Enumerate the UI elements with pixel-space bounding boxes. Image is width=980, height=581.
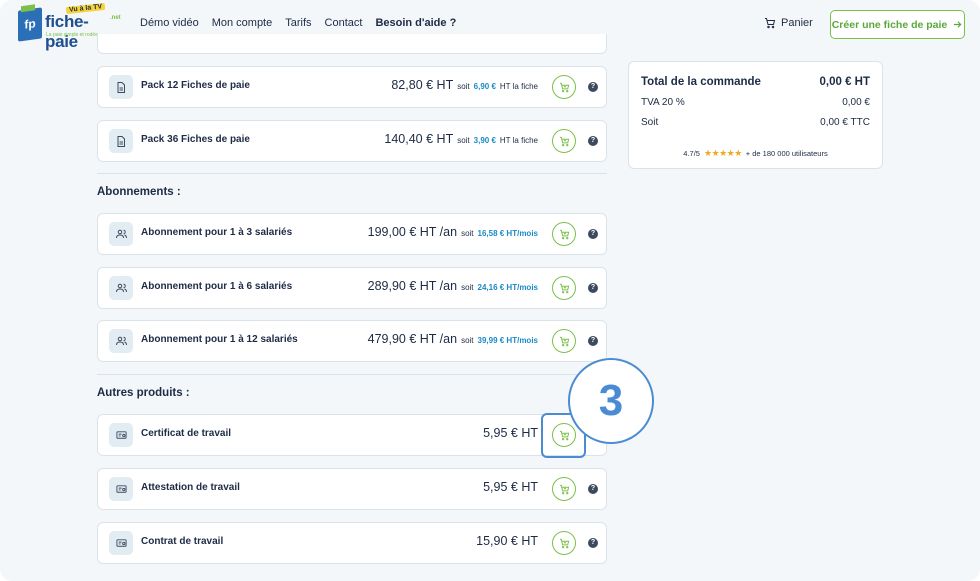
help-icon[interactable]: ? <box>588 283 598 293</box>
add-to-cart-button[interactable] <box>552 276 576 300</box>
section-title-abonnements: Abonnements : <box>97 186 181 198</box>
add-to-cart-button[interactable] <box>552 75 576 99</box>
previous-product-card <box>97 34 607 54</box>
product-price: 15,90 € HT <box>476 534 538 548</box>
product-name: Abonnement pour 1 à 6 salariés <box>141 281 293 292</box>
tva-row: TVA 20 % 0,00 € <box>641 97 870 108</box>
users-count: + de 180 000 utilisateurs <box>745 149 828 158</box>
add-to-cart-button[interactable] <box>552 222 576 246</box>
order-summary: Total de la commande 0,00 € HT TVA 20 % … <box>628 61 883 169</box>
create-payslip-label: Créer une fiche de paie <box>831 18 948 31</box>
product-name: Certificat de travail <box>141 428 232 439</box>
product-row-subscription-6: Abonnement pour 1 à 6 salariés 289,90 € … <box>97 267 607 309</box>
tva-value: 0,00 € <box>842 97 870 108</box>
product-row-attestation: Attestation de travail 5,95 € HT ? <box>97 468 607 510</box>
rating-line: 4.7/5 ★★★★★ + de 180 000 utilisateurs <box>629 148 882 159</box>
logo-suffix: .net <box>110 15 121 21</box>
product-row-contrat: Contrat de travail 15,90 € HT ? <box>97 522 607 564</box>
product-price: 199,00 € HT /an soit 16,58 € HT/mois <box>367 225 538 239</box>
page: fp fiche-paie Vu à la TV .net La paie si… <box>0 0 980 581</box>
help-icon[interactable]: ? <box>588 484 598 494</box>
add-cart-icon <box>559 336 569 346</box>
product-row-pack-12: Pack 12 Fiches de paie 82,80 € HT soit 6… <box>97 66 607 108</box>
logo-mark-icon: fp <box>18 7 42 42</box>
help-icon[interactable]: ? <box>588 136 598 146</box>
certificate-icon <box>109 477 133 501</box>
main-nav: Démo vidéo Mon compte Tarifs Contact Bes… <box>140 17 469 29</box>
add-cart-icon <box>559 283 569 293</box>
users-icon <box>109 329 133 353</box>
rating-score: 4.7/5 <box>683 149 700 158</box>
add-cart-icon <box>559 136 569 146</box>
document-icon <box>109 75 133 99</box>
cart-label: Panier <box>781 17 813 29</box>
add-to-cart-button[interactable] <box>552 329 576 353</box>
section-title-autres-produits: Autres produits : <box>97 387 190 399</box>
cart-icon <box>765 18 776 29</box>
section-divider <box>97 374 607 375</box>
logo-tagline: La paie simple et rodée <box>46 32 98 38</box>
add-to-cart-button[interactable] <box>552 129 576 153</box>
star-rating-icon: ★★★★★ <box>703 148 742 158</box>
help-icon[interactable]: ? <box>588 538 598 548</box>
add-cart-icon <box>559 484 569 494</box>
product-name: Attestation de travail <box>141 482 240 493</box>
users-icon <box>109 276 133 300</box>
product-name: Abonnement pour 1 à 3 salariés <box>141 227 293 238</box>
add-cart-icon <box>559 82 569 92</box>
product-name: Contrat de travail <box>141 536 224 547</box>
create-payslip-button[interactable]: Créer une fiche de paie <box>830 10 965 39</box>
section-divider <box>97 173 607 174</box>
order-total-row: Total de la commande 0,00 € HT <box>641 76 870 88</box>
product-price: 479,90 € HT /an soit 39,99 € HT/mois <box>367 332 538 346</box>
add-to-cart-button[interactable] <box>552 531 576 555</box>
cart-link[interactable]: Panier <box>764 17 813 29</box>
product-row-certificat: Certificat de travail 5,95 € HT <box>97 414 607 456</box>
add-cart-icon <box>559 538 569 548</box>
help-icon[interactable]: ? <box>588 229 598 239</box>
nav-tarifs[interactable]: Tarifs <box>285 17 311 29</box>
document-icon <box>109 129 133 153</box>
product-row-subscription-3: Abonnement pour 1 à 3 salariés 199,00 € … <box>97 213 607 255</box>
product-row-pack-36: Pack 36 Fiches de paie 140,40 € HT soit … <box>97 120 607 162</box>
help-icon[interactable]: ? <box>588 82 598 92</box>
order-total-value: 0,00 € HT <box>819 76 871 88</box>
product-name: Pack 36 Fiches de paie <box>141 134 250 145</box>
step-number-badge: 3 <box>568 358 654 444</box>
product-price: 5,95 € HT <box>483 480 538 494</box>
certificate-icon <box>109 531 133 555</box>
product-row-subscription-12: Abonnement pour 1 à 12 salariés 479,90 €… <box>97 320 607 362</box>
add-to-cart-button[interactable] <box>552 477 576 501</box>
users-icon <box>109 222 133 246</box>
add-cart-icon <box>559 229 569 239</box>
arrow-right-icon <box>954 21 962 28</box>
nav-demo-video[interactable]: Démo vidéo <box>140 17 199 29</box>
help-icon[interactable]: ? <box>588 336 598 346</box>
nav-contact[interactable]: Contact <box>325 17 363 29</box>
product-price: 82,80 € HT soit 6,90 € HT la fiche <box>391 78 538 92</box>
nav-mon-compte[interactable]: Mon compte <box>212 17 273 29</box>
nav-besoin-aide[interactable]: Besoin d'aide ? <box>375 17 456 29</box>
ttc-row: Soit 0,00 € TTC <box>641 117 870 128</box>
product-price: 140,40 € HT soit 3,90 € HT la fiche <box>384 132 538 146</box>
ttc-value: 0,00 € TTC <box>820 117 870 128</box>
product-price: 289,90 € HT /an soit 24,16 € HT/mois <box>367 279 538 293</box>
product-name: Pack 12 Fiches de paie <box>141 80 250 91</box>
certificate-icon <box>109 423 133 447</box>
product-price: 5,95 € HT <box>483 426 538 440</box>
product-name: Abonnement pour 1 à 12 salariés <box>141 334 298 345</box>
